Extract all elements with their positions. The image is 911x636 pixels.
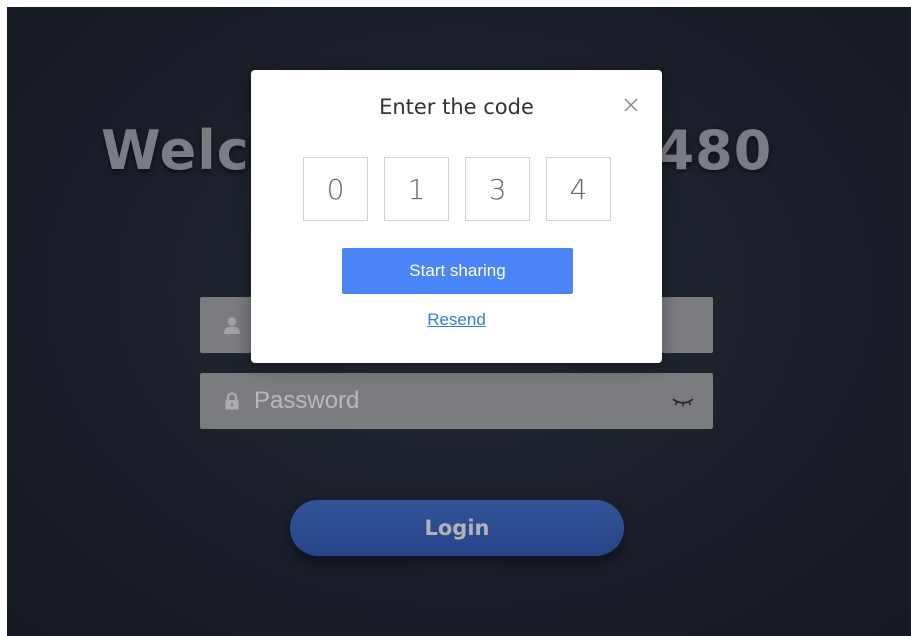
close-icon[interactable] <box>620 94 642 116</box>
dialog-title: Enter the code <box>379 95 534 119</box>
code-digits <box>303 157 611 223</box>
resend-link[interactable]: Resend <box>251 310 662 330</box>
code-digit-2[interactable] <box>384 157 449 221</box>
code-digit-1[interactable] <box>303 157 368 221</box>
login-screen: Welcome to GXV3480 Login Enter the code <box>7 7 911 636</box>
code-digit-3[interactable] <box>465 157 530 221</box>
start-sharing-button[interactable]: Start sharing <box>342 248 573 294</box>
enter-code-dialog: Enter the code Start sharing Resend <box>251 70 662 363</box>
code-digit-4[interactable] <box>546 157 611 221</box>
